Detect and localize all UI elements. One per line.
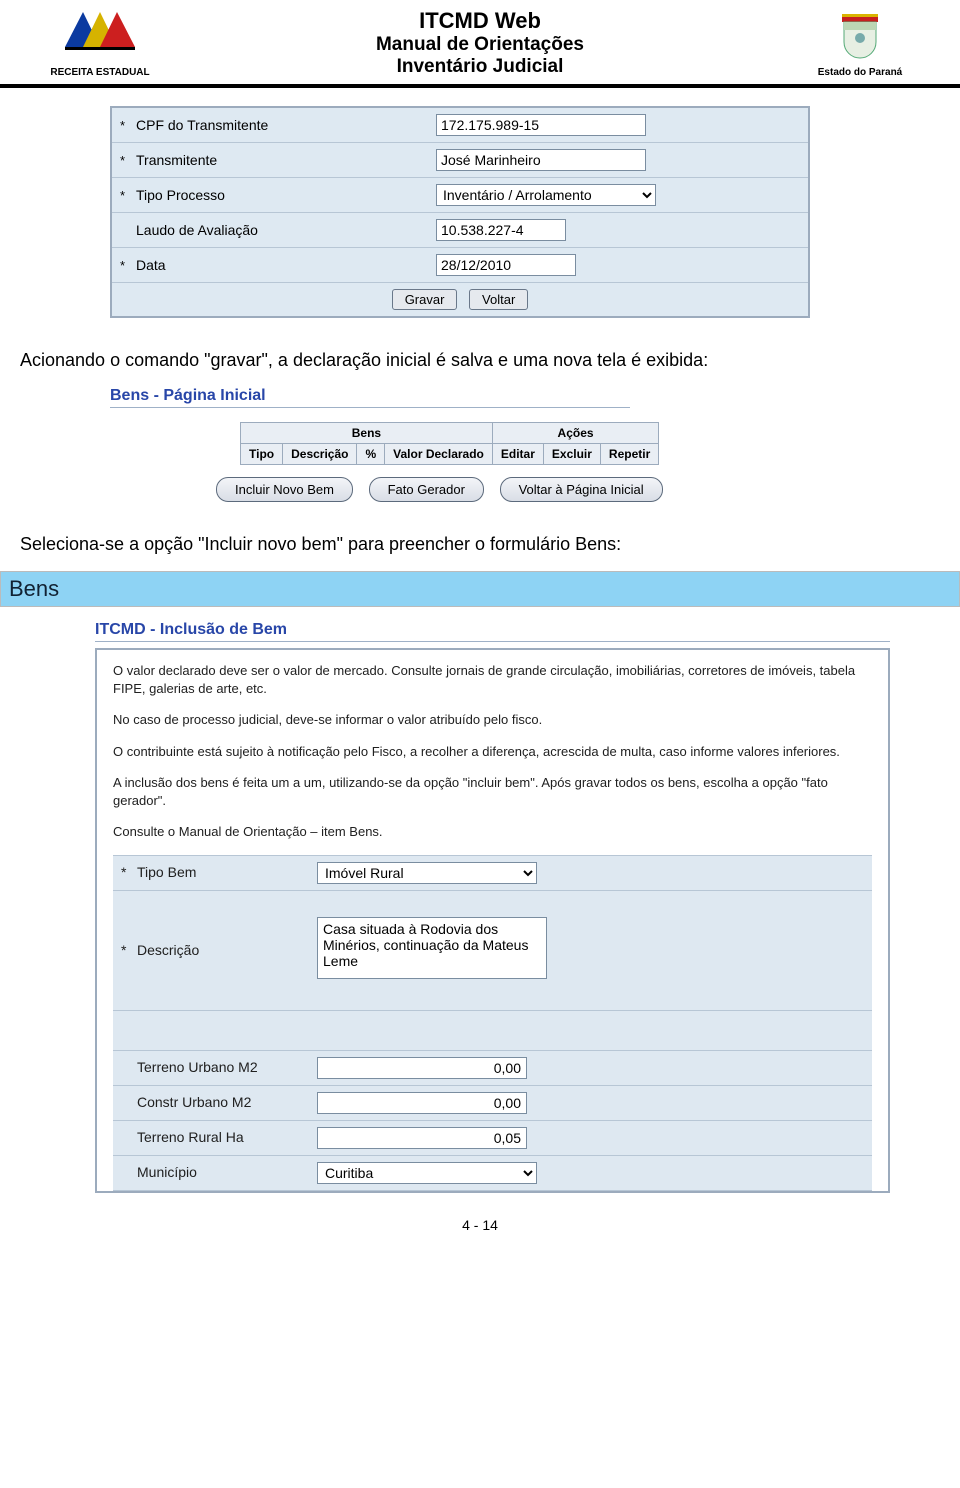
req-mark: * (120, 188, 136, 203)
brand-left-text: RECEITA ESTADUAL (50, 67, 149, 78)
req-mark: * (121, 863, 137, 882)
col-valor: Valor Declarado (385, 444, 493, 465)
label-municipio: Município (137, 1163, 317, 1182)
label-constr-urbano: Constr Urbano M2 (137, 1093, 317, 1112)
bens-table: Bens Ações Tipo Descrição % Valor Declar… (240, 422, 659, 465)
paragraph-1: Acionando o comando "gravar", a declaraç… (20, 350, 940, 371)
label-laudo: Laudo de Avaliação (136, 222, 436, 238)
req-mark: * (120, 118, 136, 133)
label-tipo-processo: Tipo Processo (136, 187, 436, 203)
voltar-pagina-inicial-button[interactable]: Voltar à Página Inicial (500, 477, 663, 502)
brand-right-text: Estado do Paraná (818, 67, 902, 78)
header-title: ITCMD Web Manual de Orientações Inventár… (180, 8, 780, 78)
col-group-bens: Bens (241, 423, 493, 444)
header-line1: ITCMD Web (180, 8, 780, 34)
header-rule (0, 84, 960, 88)
tipo-bem-select[interactable]: Imóvel Rural (317, 862, 537, 884)
brand-right: Estado do Paraná (780, 10, 940, 78)
label-tipo-bem: Tipo Bem (137, 863, 317, 882)
constr-urbano-input[interactable] (317, 1092, 527, 1114)
voltar-button[interactable]: Voltar (469, 289, 528, 310)
laudo-input[interactable] (436, 219, 566, 241)
inclusao-bem-title: ITCMD - Inclusão de Bem (95, 621, 890, 642)
col-descricao: Descrição (283, 444, 357, 465)
cpf-transmitente-input[interactable] (436, 114, 646, 136)
page-number: 4 - 14 (0, 1217, 960, 1233)
transmitente-input[interactable] (436, 149, 646, 171)
municipio-select[interactable]: Curitiba (317, 1162, 537, 1184)
descricao-textarea[interactable]: Casa situada à Rodovia dos Minérios, con… (317, 917, 547, 979)
req-mark: * (120, 258, 136, 273)
col-group-acoes: Ações (492, 423, 658, 444)
incluir-novo-bem-button[interactable]: Incluir Novo Bem (216, 477, 353, 502)
declaracao-form: * CPF do Transmitente * Transmitente * T… (110, 106, 810, 318)
inclusao-info-box: O valor declarado deve ser o valor de me… (95, 648, 890, 1193)
bens-banner: Bens (0, 571, 960, 607)
info-p3: O contribuinte está sujeito à notificaçã… (113, 743, 872, 761)
info-p5: Consulte o Manual de Orientação – item B… (113, 823, 872, 841)
info-p2: No caso de processo judicial, deve-se in… (113, 711, 872, 729)
brand-left: RECEITA ESTADUAL (20, 12, 180, 78)
parana-crest-icon (836, 10, 884, 65)
req-mark: * (121, 941, 137, 960)
header-line3: Inventário Judicial (180, 56, 780, 78)
col-editar: Editar (492, 444, 543, 465)
col-tipo: Tipo (241, 444, 283, 465)
col-percent: % (357, 444, 385, 465)
label-descricao: Descrição (137, 941, 317, 960)
label-terreno-rural: Terreno Rural Ha (137, 1128, 317, 1147)
paragraph-2: Seleciona-se a opção "Incluir novo bem" … (20, 534, 940, 555)
bens-pagina-inicial-title: Bens - Página Inicial (110, 387, 630, 408)
terreno-urbano-input[interactable] (317, 1057, 527, 1079)
receita-estadual-logo-icon (65, 12, 135, 65)
label-terreno-urbano: Terreno Urbano M2 (137, 1058, 317, 1077)
col-repetir: Repetir (600, 444, 658, 465)
label-cpf: CPF do Transmitente (136, 117, 436, 133)
data-input[interactable] (436, 254, 576, 276)
label-data: Data (136, 257, 436, 273)
tipo-processo-select[interactable]: Inventário / Arrolamento (436, 184, 656, 206)
fato-gerador-button[interactable]: Fato Gerador (369, 477, 484, 502)
col-excluir: Excluir (543, 444, 600, 465)
header-line2: Manual de Orientações (180, 34, 780, 56)
terreno-rural-input[interactable] (317, 1127, 527, 1149)
info-p4: A inclusão dos bens é feita um a um, uti… (113, 774, 872, 809)
label-transmitente: Transmitente (136, 152, 436, 168)
gravar-button[interactable]: Gravar (392, 289, 458, 310)
req-mark: * (120, 153, 136, 168)
info-p1: O valor declarado deve ser o valor de me… (113, 662, 872, 697)
